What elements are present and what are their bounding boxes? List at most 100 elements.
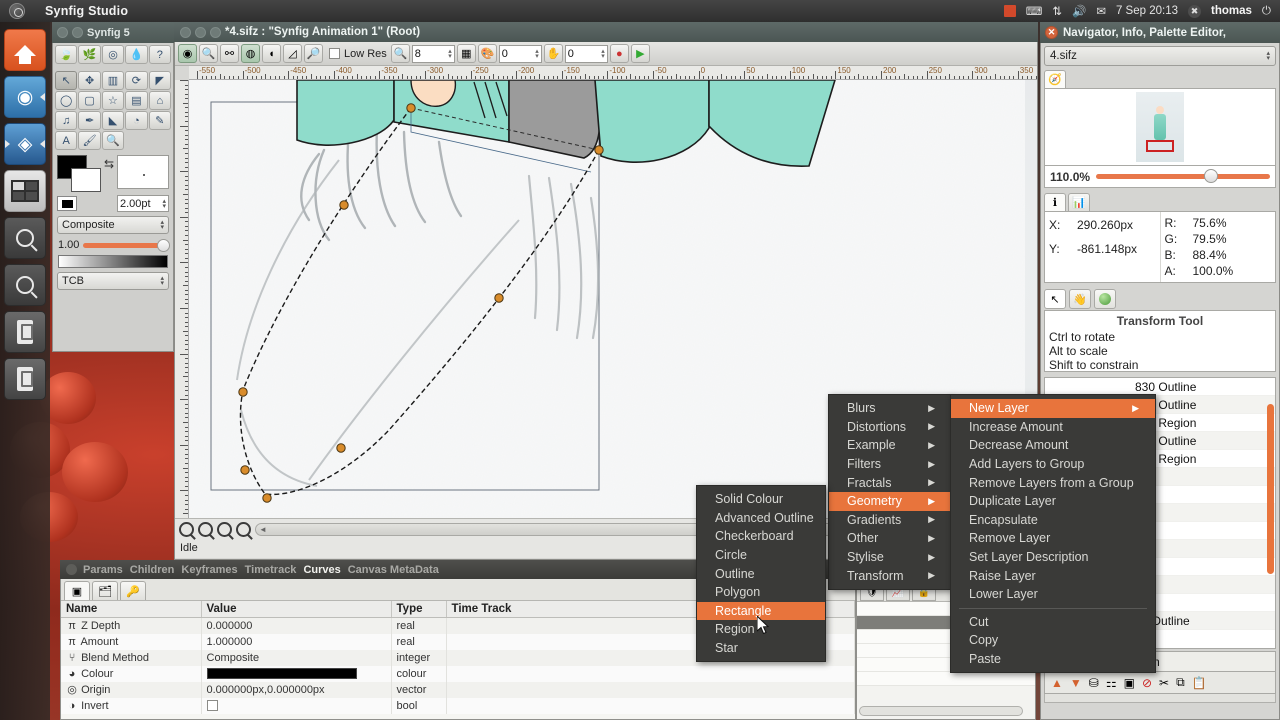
network-indicator-icon[interactable]: ⇅ — [1052, 4, 1062, 18]
scale-tool-icon[interactable]: ▥ — [102, 71, 124, 90]
opacity-slider-row[interactable]: 1.00 — [58, 239, 168, 251]
info-tab-icon[interactable]: ℹ — [1044, 193, 1066, 211]
hand-tab-icon[interactable]: 👋 — [1069, 289, 1091, 309]
menu-item-remove-layer[interactable]: Remove Layer — [951, 529, 1155, 548]
launcher-item-zoom-in[interactable] — [4, 217, 46, 259]
panel-tab-timetrack[interactable]: Timetrack — [245, 564, 297, 576]
vertical-scrollbar[interactable] — [1267, 404, 1274, 574]
panel-tab-children[interactable]: Children — [130, 564, 175, 576]
menu-item-copy[interactable]: Copy — [951, 631, 1155, 650]
eyedropper-tool-icon[interactable]: ✎ — [149, 111, 171, 130]
launcher-item-browser[interactable]: ◉ — [4, 76, 46, 118]
menu-item-polygon[interactable]: Polygon — [697, 583, 825, 602]
close-icon[interactable]: ✕ — [1045, 26, 1058, 39]
cursor-tab-icon[interactable]: ↖ — [1044, 289, 1066, 309]
zoom-out-icon[interactable] — [179, 522, 194, 537]
interpolation-dropdown[interactable]: TCB ▴▾ — [57, 272, 169, 290]
spline-tool-icon[interactable]: ♫ — [55, 111, 77, 130]
text-tool-icon[interactable]: A — [55, 131, 77, 150]
menu-item-distortions[interactable]: Distortions ▶ — [829, 418, 951, 437]
menu-item-lower-layer[interactable]: Lower Layer — [951, 585, 1155, 604]
fill-bucket-icon[interactable]: ◔ — [125, 111, 147, 130]
outline-color-swatch[interactable] — [57, 196, 77, 211]
maximize-icon[interactable] — [210, 27, 221, 38]
minimize-icon[interactable] — [72, 27, 83, 38]
children-tab-icon[interactable]: 🗂 — [92, 581, 118, 600]
time-slider-left-arrow-icon[interactable]: ◄ — [259, 525, 267, 534]
minimize-icon[interactable] — [195, 27, 206, 38]
close-icon[interactable] — [180, 27, 191, 38]
param-value[interactable]: 1.000000 — [201, 634, 391, 650]
low-res-checkbox[interactable] — [329, 48, 340, 59]
menu-item-stylise[interactable]: Stylise ▶ — [829, 548, 951, 567]
param-value[interactable] — [201, 666, 391, 682]
menu-item-example[interactable]: Example ▶ — [829, 436, 951, 455]
zoom-slider[interactable] — [1096, 174, 1270, 179]
zoom-reset-icon[interactable] — [236, 522, 251, 537]
node-icon[interactable]: ⚯ — [220, 44, 239, 63]
menu-item-other[interactable]: Other ▶ — [829, 529, 951, 548]
paste-icon[interactable]: 📋 — [1192, 676, 1207, 690]
quality-icon[interactable]: 🔍 — [391, 44, 410, 63]
opacity-slider[interactable] — [83, 243, 168, 248]
column-name[interactable]: Name — [61, 601, 201, 618]
menu-item-checkerboard[interactable]: Checkerboard — [697, 527, 825, 546]
table-row[interactable]: ◕ Colour colour — [61, 666, 855, 682]
fg-bg-colors[interactable] — [57, 155, 101, 193]
launcher-item-workspace-switcher[interactable] — [4, 170, 46, 212]
panel-menu-icon[interactable] — [66, 564, 77, 575]
navigator-viewport-rect[interactable] — [1146, 140, 1174, 152]
menu-item-paste[interactable]: Paste — [951, 650, 1155, 669]
past-onion-input[interactable]: 0 ▴▾ — [499, 45, 542, 63]
menu-item-duplicate-layer[interactable]: Duplicate Layer — [951, 492, 1155, 511]
menu-item-circle[interactable]: Circle — [697, 546, 825, 565]
menu-item-filters[interactable]: Filters ▶ — [829, 455, 951, 474]
column-value[interactable]: Value — [201, 601, 391, 618]
color-swatch[interactable] — [207, 668, 357, 679]
blend-method-dropdown[interactable]: Composite ▴▾ — [57, 216, 169, 234]
launcher-item-usb-drive-2[interactable] — [4, 358, 46, 400]
menu-item-geometry[interactable]: Geometry ▶ — [829, 492, 951, 511]
launcher-item-synfig[interactable]: ◈ — [4, 123, 46, 165]
onion-icon[interactable]: 🎨 — [478, 44, 497, 63]
menu-item-fractals[interactable]: Fractals ▶ — [829, 473, 951, 492]
menu-item-transform[interactable]: Transform ▶ — [829, 566, 951, 585]
canvas-file-dropdown[interactable]: 4.sifz ▴▾ — [1044, 46, 1276, 66]
palette-tab-icon[interactable]: 📊 — [1068, 193, 1090, 211]
stepper-icon[interactable]: ▴▾ — [162, 199, 166, 209]
ball-tab-icon[interactable] — [1094, 289, 1116, 309]
record-icon[interactable]: ● — [610, 44, 629, 63]
preview-icon[interactable]: 🔍 — [199, 44, 218, 63]
param-value[interactable]: 0.000000px,0.000000px — [201, 682, 391, 698]
menu-item-set-layer-description[interactable]: Set Layer Description — [951, 548, 1155, 567]
keyframes-tab-icon[interactable]: 🔑 — [120, 581, 146, 600]
launcher-item-home-folder[interactable] — [4, 29, 46, 71]
checkbox[interactable] — [207, 700, 218, 711]
encapsulate-icon[interactable]: ▣ — [1124, 676, 1135, 690]
grid-icon[interactable]: ▦ — [457, 44, 476, 63]
play-icon[interactable]: ▶ — [631, 44, 650, 63]
horizontal-scrollbar[interactable] — [859, 706, 1023, 716]
volume-indicator-icon[interactable]: 🔊 — [1072, 4, 1086, 18]
menu-item-increase-amount[interactable]: Increase Amount — [951, 418, 1155, 437]
panel-tab-keyframes[interactable]: Keyframes — [181, 564, 237, 576]
close-icon[interactable] — [57, 27, 68, 38]
hand-icon[interactable]: ✋ — [544, 44, 563, 63]
cut-icon[interactable]: ✂ — [1159, 676, 1169, 690]
info-icon[interactable]: ? — [149, 45, 171, 64]
slider-handle[interactable] — [157, 239, 170, 252]
rotate-tool-icon[interactable]: ⟳ — [125, 71, 147, 90]
param-timetrack[interactable] — [446, 682, 855, 698]
refresh-icon[interactable]: ◍ — [241, 44, 260, 63]
power-menu-icon[interactable]: ⏻ — [1262, 5, 1271, 18]
mail-indicator-icon[interactable]: ✉ — [1096, 4, 1106, 18]
smooth-move-icon[interactable]: 🍃 — [55, 45, 77, 64]
keyboard-indicator-icon[interactable]: ⌨ — [1026, 4, 1043, 18]
param-timetrack[interactable] — [446, 666, 855, 682]
mirror-tool-icon[interactable]: ✥ — [78, 71, 100, 90]
gradient-tool-icon[interactable]: ◤ — [149, 71, 171, 90]
menu-item-advanced-outline[interactable]: Advanced Outline — [697, 509, 825, 528]
stepper-icon[interactable]: ▴▾ — [601, 49, 605, 59]
menu-item-add-layers-to-group[interactable]: Add Layers to Group — [951, 455, 1155, 474]
navigator-preview[interactable] — [1044, 88, 1276, 166]
